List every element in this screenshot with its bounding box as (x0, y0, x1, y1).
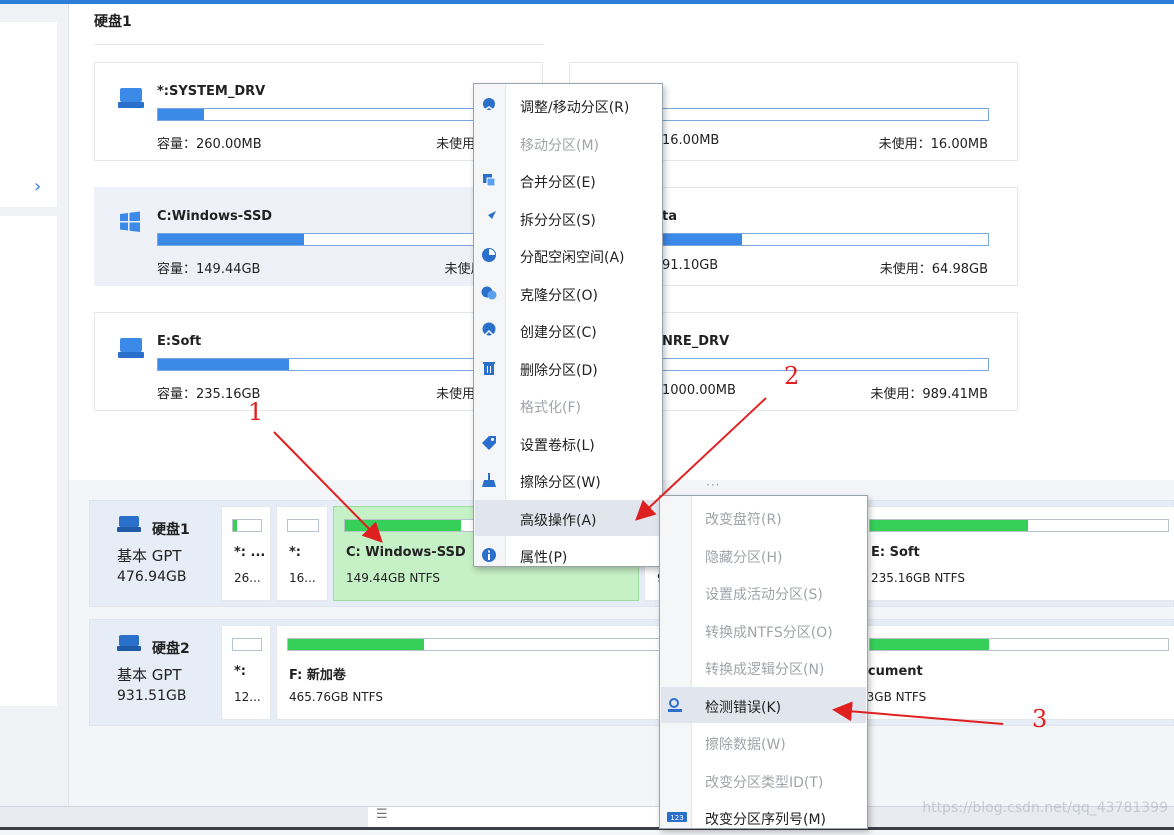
annotation-arrow-1 (273, 431, 383, 543)
annotation-arrow-3 (832, 701, 1004, 725)
annotation-label-1: 1 (248, 398, 264, 426)
annotation-label-2: 2 (784, 362, 800, 390)
annotation-label-3: 3 (1032, 705, 1048, 733)
annotation-arrow-2 (635, 397, 767, 521)
annotation-arrows (273, 397, 1004, 725)
